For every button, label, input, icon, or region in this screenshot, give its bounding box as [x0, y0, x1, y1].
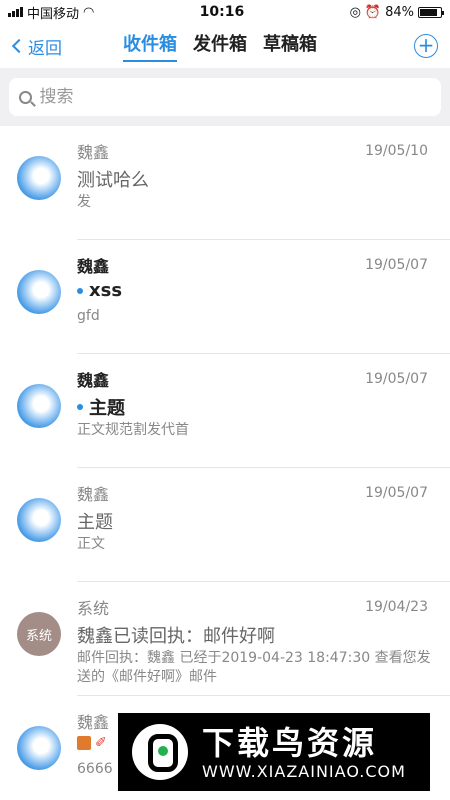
email-date: 19/05/07	[365, 371, 428, 387]
carrier-label: 中国移动	[27, 6, 80, 22]
status-bar: 中国移动 ◠ 10:16 ◎ ⏰ 84%	[0, 0, 450, 24]
avatar: 系统	[17, 612, 61, 656]
email-date: 19/05/07	[365, 257, 428, 273]
email-subject: 主题	[77, 512, 113, 533]
email-preview: 正文	[77, 536, 105, 552]
avatar	[17, 384, 61, 428]
email-preview: 发	[77, 194, 91, 210]
email-subject: xss	[77, 280, 122, 301]
email-item[interactable]: 魏鑫 19/05/07 主题 正文规范割发代首	[0, 354, 450, 468]
watermark-title: 下载鸟资源	[202, 723, 378, 762]
chevron-left-icon	[11, 38, 27, 54]
search-input[interactable]	[39, 87, 431, 107]
tab-sent[interactable]: 发件箱	[193, 30, 247, 62]
search-icon	[19, 90, 32, 104]
sender-name: 魏鑫	[77, 143, 110, 162]
search-box[interactable]	[9, 78, 441, 116]
nav-bar: 返回 收件箱 发件箱 草稿箱 +	[0, 24, 450, 68]
email-date: 19/05/10	[365, 143, 428, 159]
sender-name: 系统	[77, 599, 110, 618]
battery-icon	[418, 6, 444, 18]
email-list: 魏鑫 19/05/10 测试哈么 发 魏鑫 19/05/07 xss gfd 魏…	[0, 126, 450, 796]
alarm-icon: ⏰	[364, 4, 382, 20]
watermark-logo-icon	[132, 724, 188, 780]
sender-name: 魏鑫	[77, 257, 110, 276]
search-bar	[0, 68, 450, 126]
tag-icon	[77, 736, 91, 750]
email-subject: 魏鑫已读回执：邮件好啊	[77, 626, 275, 647]
email-subject: 主题	[77, 394, 125, 420]
unread-dot-icon	[77, 287, 83, 294]
email-date: 19/05/07	[365, 485, 428, 501]
mailbox-tabs: 收件箱 发件箱 草稿箱	[123, 30, 317, 62]
avatar	[17, 270, 61, 314]
unread-dot-icon	[77, 404, 83, 410]
avatar	[17, 726, 61, 770]
sender-name: 魏鑫	[77, 371, 110, 390]
email-preview: 邮件回执：魏鑫 已经于2019-04-23 18:47:30 查看您发送的《邮件…	[77, 650, 431, 685]
battery-percent: 84%	[385, 4, 414, 20]
avatar	[17, 498, 61, 542]
email-subject: 测试哈么	[77, 170, 149, 191]
email-preview: 正文规范割发代首	[77, 422, 189, 438]
sender-name: 魏鑫	[77, 713, 110, 732]
back-label: 返回	[28, 38, 62, 59]
email-item[interactable]: 魏鑫 19/05/07 主题 正文	[0, 468, 450, 582]
email-item[interactable]: 系统 系统 19/04/23 魏鑫已读回执：邮件好啊 邮件回执：魏鑫 已经于20…	[0, 582, 450, 696]
sender-name: 魏鑫	[77, 485, 110, 504]
email-item[interactable]: 魏鑫 19/05/10 测试哈么 发	[0, 126, 450, 240]
orientation-lock-icon: ◎	[349, 4, 361, 20]
avatar	[17, 156, 61, 200]
email-date: 19/04/23	[365, 599, 428, 615]
tab-inbox[interactable]: 收件箱	[123, 30, 177, 62]
clock: 10:16	[199, 4, 245, 20]
compose-button[interactable]: +	[414, 34, 438, 58]
attachment-icon: ✐	[95, 735, 107, 751]
email-item[interactable]: 魏鑫 19/05/07 xss gfd	[0, 240, 450, 354]
back-button[interactable]: 返回	[10, 34, 62, 59]
email-preview: gfd	[77, 308, 100, 324]
wifi-icon: ◠	[83, 4, 95, 20]
watermark-url: WWW.XIAZAINIAO.COM	[202, 761, 406, 781]
email-subject-text: xss	[89, 280, 123, 301]
email-subject-text: 主题	[89, 398, 125, 419]
signal-icon	[8, 7, 23, 17]
tab-drafts[interactable]: 草稿箱	[263, 30, 317, 62]
watermark: 下载鸟资源 WWW.XIAZAINIAO.COM	[118, 713, 430, 791]
